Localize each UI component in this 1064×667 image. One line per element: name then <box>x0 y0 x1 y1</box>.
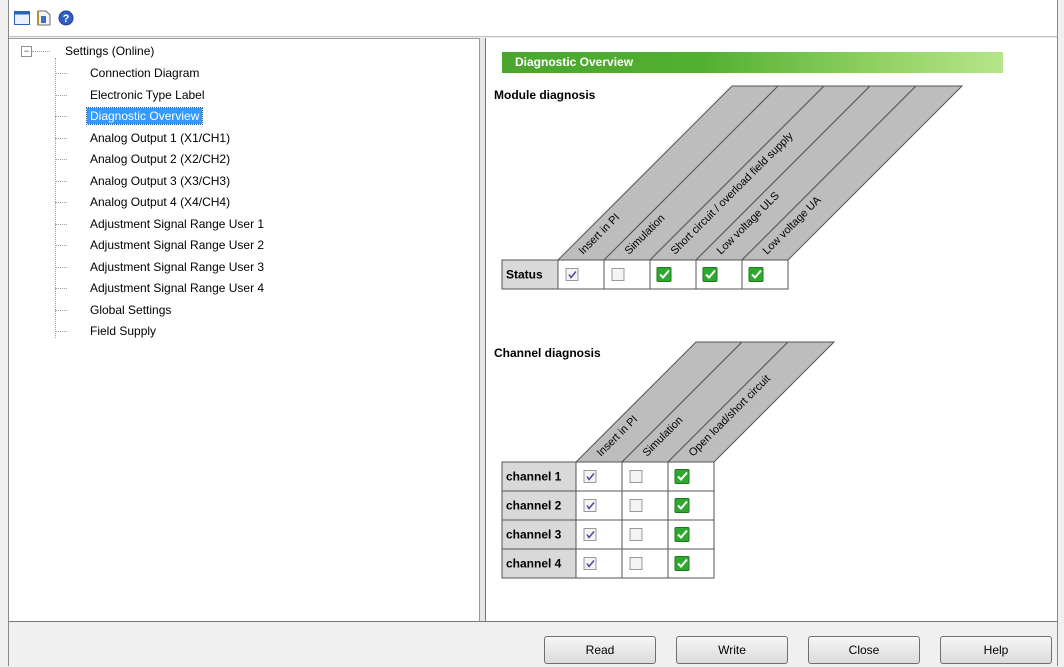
tree-item[interactable]: Diagnostic Overview <box>55 107 455 125</box>
detail-pane: Diagnostic Overview Module diagnosis Ins… <box>486 38 1057 621</box>
tree-item-label: Analog Output 2 (X2/CH2) <box>90 152 231 166</box>
tree-item[interactable]: Connection Diagram <box>55 64 455 82</box>
tree-connector <box>55 223 67 225</box>
checked-checkbox[interactable] <box>583 470 597 483</box>
button-bar: Read Write Close Help <box>9 621 1057 667</box>
tree-item[interactable]: Adjustment Signal Range User 3 <box>55 258 455 276</box>
channel-diagnosis-table: Insert in PI Simulation Open load/short ci… <box>501 341 836 579</box>
tree-connector <box>55 137 67 139</box>
status-cell <box>603 259 651 290</box>
tree-item-label: Analog Output 3 (X3/CH3) <box>90 173 231 188</box>
ok-status-icon <box>674 556 690 571</box>
help-icon[interactable]: ? <box>57 10 75 26</box>
checked-checkbox[interactable] <box>583 528 597 541</box>
tree-item[interactable]: Global Settings <box>55 301 455 319</box>
checked-checkbox[interactable] <box>565 268 579 281</box>
tree-item-label: Adjustment Signal Range User 4 <box>90 281 265 295</box>
dialog-window: ? − Settings (Online) Connection Diagram… <box>8 0 1058 667</box>
checked-checkbox[interactable] <box>583 557 597 570</box>
ok-status-icon <box>748 267 764 282</box>
tree-item-label: Diagnostic Overview <box>85 107 204 125</box>
ok-status-icon <box>656 267 672 282</box>
tree-item[interactable]: Electronic Type Label <box>55 86 455 104</box>
status-cell <box>575 548 623 579</box>
tree-connector <box>55 180 67 182</box>
tree-connector <box>55 94 67 96</box>
tree-connector <box>55 116 67 117</box>
status-cell <box>575 519 623 550</box>
row-label: Status <box>506 268 543 282</box>
document-icon[interactable] <box>35 10 53 26</box>
status-cell <box>621 548 669 579</box>
unchecked-checkbox[interactable] <box>629 470 643 483</box>
tree-item-label: Adjustment Signal Range User 1 <box>90 216 265 231</box>
help-button[interactable]: Help <box>940 636 1052 664</box>
ok-status-icon <box>674 498 690 513</box>
checked-checkbox[interactable] <box>583 499 597 512</box>
row-label: channel 2 <box>506 499 562 513</box>
toolbar: ? <box>9 0 1057 37</box>
module-diagnosis-table: Insert in PI Simulation Short circuit / ov… <box>501 85 964 290</box>
tree-item[interactable]: Adjustment Signal Range User 1 <box>55 215 455 233</box>
unchecked-checkbox[interactable] <box>611 268 625 281</box>
tree-item[interactable]: Adjustment Signal Range User 2 <box>55 236 455 254</box>
ok-status-icon <box>674 527 690 542</box>
tree-connector <box>55 202 67 203</box>
tree-item[interactable]: Analog Output 4 (X4/CH4) <box>55 193 455 211</box>
close-button[interactable]: Close <box>808 636 920 664</box>
row-label: channel 3 <box>506 528 562 542</box>
tree-connector <box>55 266 67 268</box>
row-label: channel 1 <box>506 470 562 484</box>
tree-item-label: Connection Diagram <box>90 66 200 80</box>
window-icon[interactable] <box>13 10 31 26</box>
ok-status-icon <box>674 469 690 484</box>
tree-item[interactable]: Analog Output 1 (X1/CH1) <box>55 129 455 147</box>
collapse-icon[interactable]: − <box>21 46 32 57</box>
status-cell <box>621 490 669 521</box>
ok-status-icon <box>702 267 718 282</box>
tree-connector <box>55 309 67 311</box>
tree-item-label: Analog Output 1 (X1/CH1) <box>90 130 231 145</box>
tree-connector <box>55 159 67 160</box>
tree-connector <box>55 331 67 332</box>
tree-item-label: Analog Output 4 (X4/CH4) <box>90 195 231 209</box>
tree-item[interactable]: Field Supply <box>55 322 455 340</box>
tree-connector <box>55 73 67 74</box>
row-label: channel 4 <box>506 557 562 571</box>
tree-item-label: Field Supply <box>90 324 157 338</box>
svg-text:?: ? <box>63 13 70 25</box>
panel-header: Diagnostic Overview <box>502 52 1003 73</box>
tree-item-label: Adjustment Signal Range User 3 <box>90 259 265 274</box>
write-button[interactable]: Write <box>676 636 788 664</box>
tree-item-label: Electronic Type Label <box>90 87 205 102</box>
tree-root-label[interactable]: Settings (Online) <box>65 44 154 58</box>
tree-connector <box>55 288 67 289</box>
read-button[interactable]: Read <box>544 636 656 664</box>
status-cell <box>575 490 623 521</box>
tree-item-label: Global Settings <box>90 302 172 317</box>
tree-item[interactable]: Adjustment Signal Range User 4 <box>55 279 455 297</box>
tree-item[interactable]: Analog Output 2 (X2/CH2) <box>55 150 455 168</box>
unchecked-checkbox[interactable] <box>629 499 643 512</box>
tree-connector <box>32 51 50 52</box>
tree-connector <box>55 245 67 246</box>
status-cell <box>575 461 623 492</box>
unchecked-checkbox[interactable] <box>629 557 643 570</box>
status-cell <box>621 519 669 550</box>
status-cell <box>557 259 605 290</box>
tree-item-label: Adjustment Signal Range User 2 <box>90 238 265 252</box>
tree-item[interactable]: Analog Output 3 (X3/CH3) <box>55 172 455 190</box>
navigation-tree: − Settings (Online) Connection Diagram El… <box>9 38 480 623</box>
status-cell <box>621 461 669 492</box>
unchecked-checkbox[interactable] <box>629 528 643 541</box>
